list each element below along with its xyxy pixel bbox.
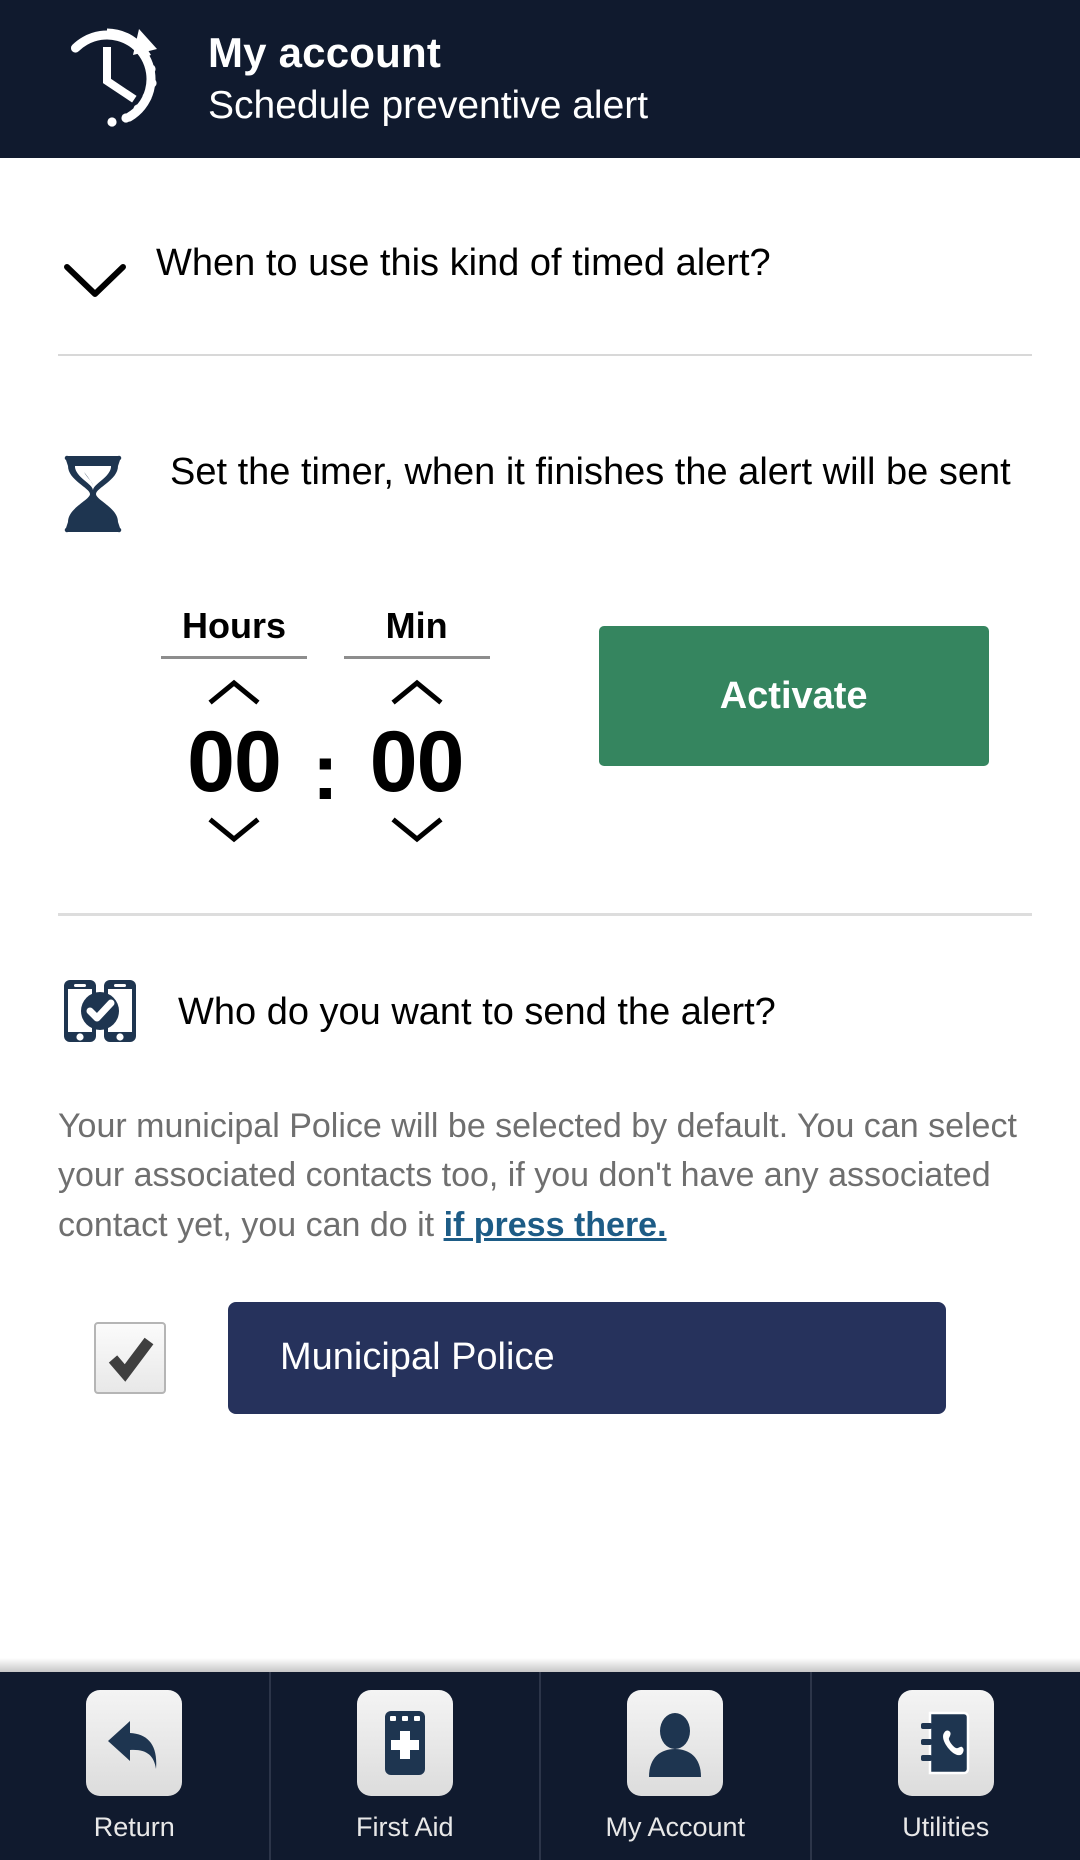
minutes-underline (343, 656, 490, 659)
bottom-navigation: Return First Aid My Account Utilities (0, 1672, 1080, 1860)
back-arrow-icon (86, 1689, 183, 1796)
app-screen: My account Schedule preventive alert Whe… (0, 0, 1080, 1860)
nav-item-return[interactable]: Return (0, 1672, 271, 1860)
hours-decrement-button[interactable] (204, 813, 264, 847)
two-phones-check-icon (54, 966, 146, 1058)
time-separator: : (312, 727, 339, 816)
hourglass-icon (58, 446, 128, 536)
bottom-nav-shadow (0, 1658, 1080, 1672)
phonebook-icon (897, 1689, 994, 1796)
municipal-police-checkbox[interactable] (94, 1321, 166, 1394)
page-subtitle: Schedule preventive alert (208, 83, 649, 127)
timer-controls: Hours 00 : Min 00 Activate (0, 536, 1080, 847)
nav-label-first-aid: First Aid (355, 1811, 454, 1842)
hours-stepper: Hours 00 (160, 608, 308, 847)
time-spinner-group: Hours 00 : Min 00 (160, 608, 491, 847)
minutes-increment-button[interactable] (387, 675, 447, 709)
timer-description-row: Set the timer, when it finishes the aler… (0, 356, 1080, 536)
nav-label-return: Return (93, 1811, 175, 1842)
minutes-label: Min (385, 605, 448, 646)
recipients-title: Who do you want to send the alert? (178, 990, 776, 1033)
activate-button[interactable]: Activate (598, 626, 989, 766)
recipients-header: Who do you want to send the alert? (0, 916, 1080, 1058)
nav-item-my-account[interactable]: My Account (541, 1672, 812, 1860)
checkmark-icon (108, 1337, 154, 1382)
page-title: My account (208, 29, 442, 77)
accordion-label: When to use this kind of timed alert? (156, 242, 771, 285)
municipal-police-button[interactable]: Municipal Police (228, 1301, 946, 1414)
app-header: My account Schedule preventive alert (0, 0, 1080, 158)
hours-increment-button[interactable] (204, 675, 264, 709)
nav-label-my-account: My Account (605, 1811, 746, 1842)
minutes-value[interactable]: 00 (370, 719, 465, 805)
minutes-stepper: Min 00 (343, 608, 491, 847)
timer-description: Set the timer, when it finishes the aler… (170, 451, 1011, 493)
header-text-block: My account Schedule preventive alert (208, 29, 648, 128)
clock-arrow-icon (48, 20, 166, 138)
accordion-when-to-use[interactable]: When to use this kind of timed alert? (0, 158, 1080, 318)
nav-label-utilities: Utilities (902, 1811, 990, 1842)
hours-label: Hours (181, 605, 286, 646)
recipients-description: Your municipal Police will be selected b… (58, 1102, 1050, 1250)
chevron-down-icon[interactable] (58, 244, 132, 318)
first-aid-phone-icon (356, 1689, 453, 1796)
add-contact-link[interactable]: if press there. (444, 1206, 667, 1244)
nav-item-utilities[interactable]: Utilities (812, 1672, 1080, 1860)
recipient-option-row: Municipal Police (0, 1250, 1080, 1414)
minutes-decrement-button[interactable] (387, 813, 447, 847)
hours-underline (161, 656, 307, 659)
nav-item-first-aid[interactable]: First Aid (271, 1672, 541, 1860)
hours-value[interactable]: 00 (187, 719, 282, 805)
person-icon (627, 1689, 724, 1796)
main-content: When to use this kind of timed alert? Se… (0, 158, 1080, 1658)
